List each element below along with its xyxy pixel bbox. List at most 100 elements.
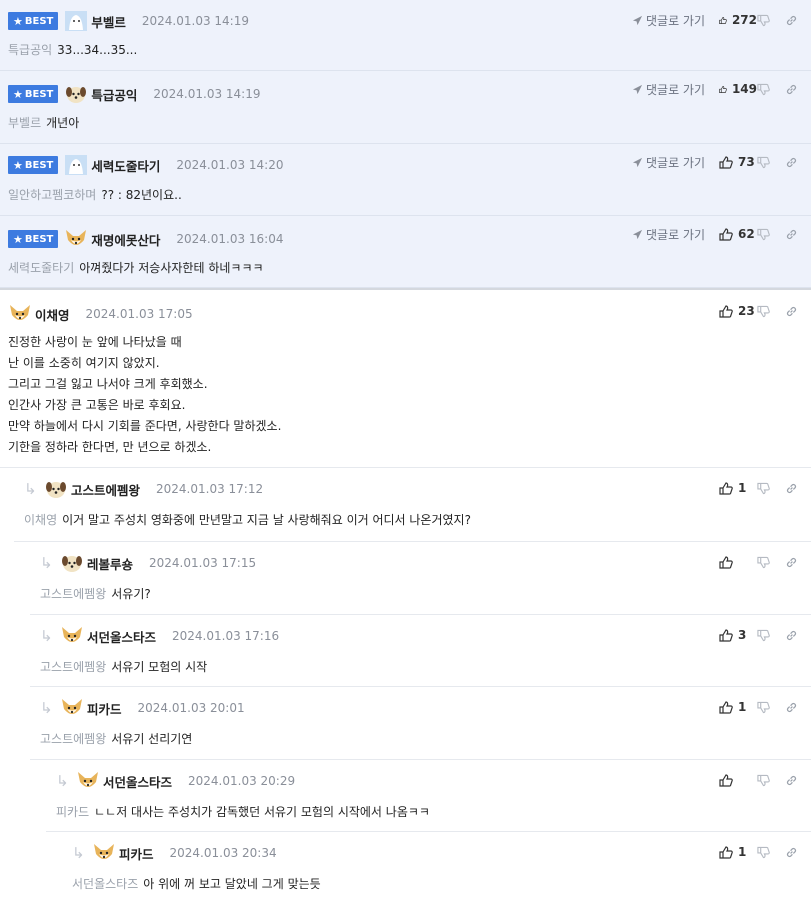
comment-actions: 댓글로 가기 149 (632, 79, 799, 99)
goto-comment-link[interactable]: 댓글로 가기 (632, 81, 705, 98)
reply-comment: ↳ 서던올스타즈 2024.01.03 17:16 3 고스트에펨왕 서유기 모험… (30, 615, 811, 687)
blue-dog-avatar-icon[interactable] (64, 10, 88, 32)
comment-body: 세력도줄타기 아껴줬다가 저승사자한테 하네ㅋㅋㅋ (8, 259, 264, 276)
dislike-button[interactable] (757, 228, 785, 241)
share-link-button[interactable] (785, 629, 799, 642)
share-link-button[interactable] (785, 228, 799, 241)
comment-text: ?? : 82년이요.. (101, 188, 182, 202)
dislike-button[interactable] (757, 482, 785, 495)
comment-text: 아껴줬다가 저승사자한테 하네ㅋㅋㅋ (79, 261, 264, 275)
share-link-button[interactable] (785, 83, 799, 96)
like-button[interactable]: 1 (719, 845, 757, 859)
nickname[interactable]: 세력도줄타기 (91, 156, 160, 175)
nickname[interactable]: 고스트에펨왕 (71, 480, 140, 499)
reply-arrow-icon: ↳ (40, 626, 53, 645)
mention-tag[interactable]: 고스트에펨왕 (40, 660, 106, 674)
mention-tag[interactable]: 고스트에펨왕 (40, 587, 106, 601)
like-button[interactable]: 23 (719, 304, 757, 318)
share-link-button[interactable] (785, 482, 799, 495)
thumbs-up-icon (719, 700, 733, 714)
mention-tag[interactable]: 고스트에펨왕 (40, 732, 106, 746)
blue-dog-avatar-icon[interactable] (64, 154, 88, 176)
thumbs-up-icon (719, 16, 727, 24)
comment-header: 이채영 2024.01.03 17:05 (8, 303, 193, 325)
share-link-button[interactable] (785, 846, 799, 859)
mention-tag[interactable]: 피카드 (56, 805, 89, 819)
dislike-button[interactable] (757, 846, 785, 859)
mention-tag[interactable]: 부벨르 (8, 116, 41, 130)
share-link-button[interactable] (785, 774, 799, 787)
reply-arrow-icon: ↳ (40, 698, 53, 717)
fox-avatar-icon[interactable] (76, 770, 100, 792)
reply-arrow-icon: ↳ (40, 553, 53, 572)
comment-header: ↳ 레볼루숑 2024.01.03 17:15 (40, 552, 256, 574)
comment-header: ↳ 피카드 2024.01.03 20:34 (72, 842, 277, 864)
comment-text: 서유기 선리기연 (111, 732, 193, 746)
like-button[interactable] (719, 555, 757, 569)
comment-body: 고스트에펨왕 서유기 선리기연 (40, 730, 192, 747)
dislike-button[interactable] (757, 14, 785, 27)
puppy-avatar-icon[interactable] (64, 83, 88, 105)
goto-comment-link[interactable]: 댓글로 가기 (632, 12, 705, 29)
dislike-button[interactable] (757, 701, 785, 714)
best-comment: ★ BEST 특급공익 2024.01.03 14:19 댓글로 가기 149 부… (0, 71, 811, 144)
comment-body: 고스트에펨왕 서유기? (40, 585, 151, 602)
dislike-button[interactable] (757, 774, 785, 787)
comment-date: 2024.01.03 17:12 (156, 482, 264, 496)
nickname[interactable]: 피카드 (87, 699, 122, 718)
goto-comment-link[interactable]: 댓글로 가기 (632, 226, 705, 243)
comment-text: ㄴㄴ저 대사는 주성치가 감독했던 서유기 모험의 시작에서 나옴ㅋㅋ (94, 805, 430, 819)
fox-avatar-icon[interactable] (60, 697, 84, 719)
like-button[interactable]: 73 (719, 155, 757, 169)
nickname[interactable]: 서던올스타즈 (87, 627, 156, 646)
nickname[interactable]: 재명에못산다 (91, 230, 160, 249)
best-badge: ★ BEST (8, 156, 59, 174)
dislike-button[interactable] (757, 556, 785, 569)
goto-comment-link[interactable]: 댓글로 가기 (632, 154, 705, 171)
like-button[interactable]: 272 (719, 13, 757, 27)
like-button[interactable]: 149 (719, 82, 757, 96)
like-button[interactable]: 62 (719, 227, 757, 241)
comment-text: 서유기 모험의 시작 (111, 660, 208, 674)
thumbs-up-icon (719, 85, 727, 93)
dislike-button[interactable] (757, 156, 785, 169)
dislike-button[interactable] (757, 305, 785, 318)
nickname[interactable]: 부벨르 (91, 12, 126, 31)
share-link-button[interactable] (785, 305, 799, 318)
comment-date: 2024.01.03 20:29 (188, 774, 296, 788)
reply-comment: ↳ 레볼루숑 2024.01.03 17:15 고스트에펨왕 서유기? (30, 542, 811, 615)
fox-avatar-icon[interactable] (60, 625, 84, 647)
mention-tag[interactable]: 서던올스타즈 (72, 877, 138, 891)
share-link-button[interactable] (785, 701, 799, 714)
share-link-button[interactable] (785, 156, 799, 169)
star-icon: ★ (13, 158, 23, 172)
dislike-button[interactable] (757, 83, 785, 96)
like-button[interactable] (719, 773, 757, 787)
mention-tag[interactable]: 이채영 (24, 513, 57, 527)
reply-comment: ↳ 피카드 2024.01.03 20:34 1 서던올스타즈 아 위에 꺼 보고… (62, 832, 811, 903)
like-button[interactable]: 1 (719, 700, 757, 714)
nickname[interactable]: 레볼루숑 (87, 554, 133, 573)
like-button[interactable]: 1 (719, 481, 757, 495)
like-button[interactable]: 3 (719, 628, 757, 642)
share-link-button[interactable] (785, 556, 799, 569)
fox-avatar-icon[interactable] (8, 303, 32, 325)
mention-tag[interactable]: 일안하고펨코하며 (8, 188, 96, 202)
dislike-button[interactable] (757, 629, 785, 642)
reply-arrow-icon: ↳ (72, 843, 85, 862)
share-link-button[interactable] (785, 14, 799, 27)
fox-avatar-icon[interactable] (92, 842, 116, 864)
puppy-avatar-icon[interactable] (44, 478, 68, 500)
nickname[interactable]: 피카드 (119, 844, 154, 863)
mention-tag[interactable]: 세력도줄타기 (8, 261, 74, 275)
link-icon (786, 84, 797, 94)
mention-tag[interactable]: 특급공익 (8, 43, 52, 57)
fox-avatar-icon[interactable] (64, 228, 88, 250)
comment-text: 아 위에 꺼 보고 달았네 그게 맞는듯 (143, 877, 321, 891)
thumbs-up-icon (719, 227, 733, 241)
puppy-avatar-icon[interactable] (60, 552, 84, 574)
nickname[interactable]: 특급공익 (91, 85, 137, 104)
nickname[interactable]: 이채영 (35, 305, 70, 324)
comment-date: 2024.01.03 14:20 (176, 158, 284, 172)
nickname[interactable]: 서던올스타즈 (103, 772, 172, 791)
